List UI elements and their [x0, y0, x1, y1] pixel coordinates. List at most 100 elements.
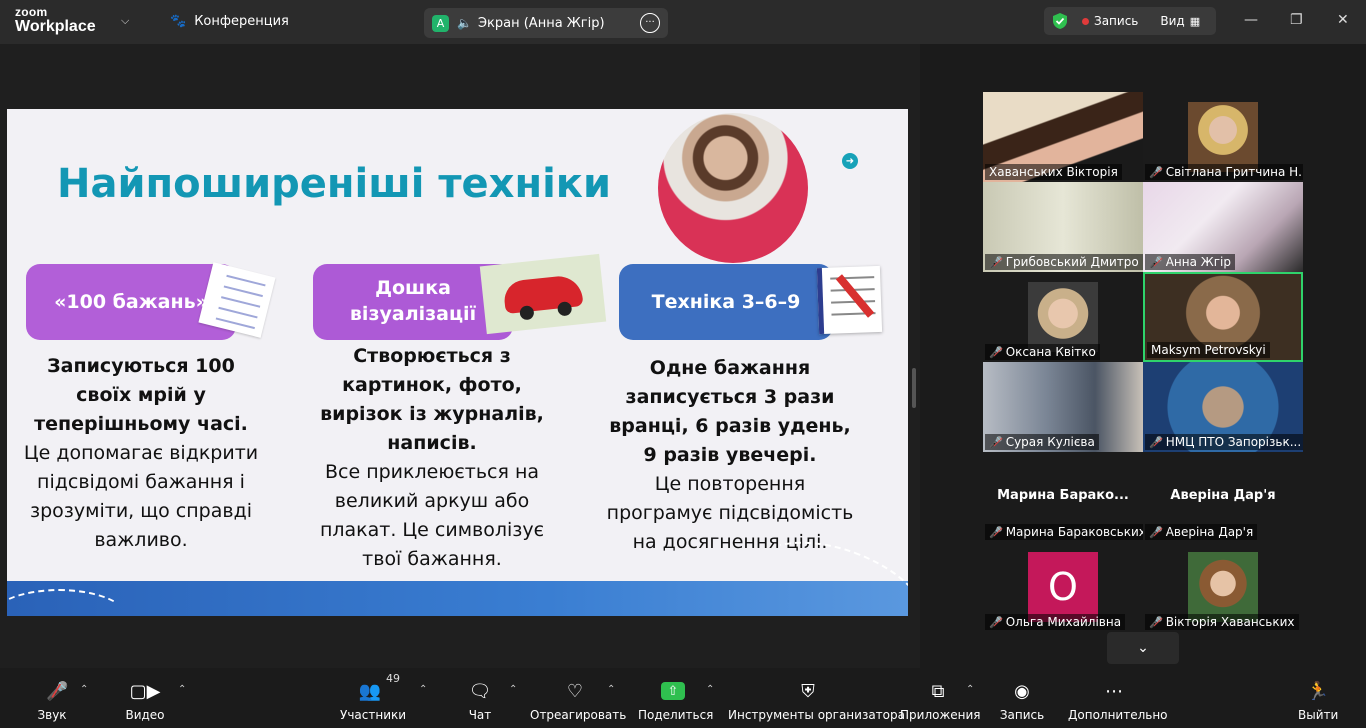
recording-dot-icon — [1082, 17, 1089, 25]
participant-name-label: 🎤̸ НМЦ ПТО Запорізьк... — [1145, 434, 1303, 450]
splitter-handle[interactable] — [912, 368, 916, 408]
participant-name-label: 🎤̸ Ольга Михайлівна — [985, 614, 1126, 630]
chat-button[interactable]: 🗨 Чат — [464, 678, 496, 723]
exit-icon: 🏃 — [1306, 680, 1330, 702]
host-tools-label: Инструменты организатора — [728, 708, 905, 722]
video-tile[interactable]: Хаванських Вікторія — [983, 92, 1143, 182]
audio-label: Звук — [37, 708, 67, 722]
share-screen-icon: ⇧ — [638, 678, 708, 704]
participant-name-label: 🎤̸ Оксана Квітко — [985, 344, 1100, 360]
participant-name: Вікторія Хаванських — [1165, 615, 1295, 629]
apps-icon: ⧉ — [931, 680, 945, 702]
participant-name-label: 🎤̸ Анна Жгір — [1145, 254, 1235, 270]
video-tile[interactable]: 🎤̸ Ольга Михайлівна — [983, 542, 1143, 632]
active-speaker-tile[interactable]: Maksym Petrovskyi — [1143, 272, 1303, 362]
video-tile[interactable]: 🎤̸ Марина Бараковських — [983, 452, 1143, 542]
title-bar: zoom Workplace ⌵ 🐾 Конференция A 🔈 Экран… — [0, 0, 1366, 44]
participant-name: Грибовський Дмитро — [1005, 255, 1139, 269]
mic-muted-icon: 🎤̸ — [1149, 165, 1163, 179]
more-button[interactable]: ⋯ Дополнительно — [1068, 678, 1168, 723]
recording-status[interactable]: Запись — [1094, 14, 1138, 28]
desc-text: Це допомагає відкрити підсвідомі бажання… — [23, 442, 259, 551]
mic-muted-icon: 🎤̸ — [989, 255, 1003, 269]
video-tile[interactable]: 🎤̸ Аверіна Дар'я — [1143, 452, 1303, 542]
paw-icon: 🐾 — [170, 14, 187, 29]
more-label: Дополнительно — [1068, 708, 1168, 722]
caret-up-icon[interactable]: ⌃ — [80, 684, 88, 695]
sharer-avatar: A — [432, 14, 449, 32]
host-tools-button[interactable]: ⛨ Инструменты организатора — [728, 678, 905, 723]
apps-label: Приложения — [900, 708, 981, 722]
screen-share-indicator[interactable]: A 🔈 Экран (Анна Жгір) ··· — [424, 8, 668, 38]
desc-bold: Створюється з картинок, фото, вирізок із… — [320, 345, 544, 454]
desc-bold: Одне бажання записується 3 рази вранці, … — [609, 357, 851, 466]
record-icon: ◉ — [1014, 680, 1030, 702]
chat-label: Чат — [468, 708, 492, 722]
technique-desc-100-wishes: Записуються 100 своїх мрій у теперішньом… — [21, 352, 261, 555]
meeting-status-group: Запись Вид ▦ — [1044, 7, 1216, 35]
participants-label: Участники — [340, 708, 407, 722]
chevron-down-icon[interactable]: ⌵ — [121, 14, 129, 28]
more-options-icon[interactable]: ··· — [640, 13, 660, 33]
conference-info-button[interactable]: 🐾 Конференция — [170, 14, 289, 29]
participant-name-label: 🎤̸ Світлана Гритчина Н... — [1145, 164, 1303, 180]
participant-name: Аверіна Дар'я — [1165, 525, 1254, 539]
participant-photo — [1188, 552, 1258, 622]
participant-name-label: 🎤̸ Аверіна Дар'я — [1145, 524, 1258, 540]
apps-button[interactable]: ⧉ Приложения — [900, 678, 981, 723]
close-icon[interactable]: ✕ — [1337, 12, 1349, 28]
video-tile[interactable]: 🎤̸ НМЦ ПТО Запорізьк... — [1143, 362, 1303, 452]
participant-name-label: 🎤̸ Сурая Кулієва — [985, 434, 1099, 450]
technique-desc-369: Одне бажання записується 3 рази вранці, … — [605, 354, 855, 557]
participant-name-label: 🎤̸ Грибовський Дмитро — [985, 254, 1143, 270]
video-tile[interactable]: 🎤̸ Світлана Гритчина Н... — [1143, 92, 1303, 182]
technique-pill-369: Техніка 3–6–9 — [619, 264, 833, 340]
participant-name-label: 🎤̸ Вікторія Хаванських — [1145, 614, 1299, 630]
participant-name: Анна Жгір — [1165, 255, 1231, 269]
shield-check-icon[interactable] — [1052, 12, 1068, 30]
record-button[interactable]: ◉ Запись — [998, 678, 1046, 723]
chevron-down-icon[interactable]: ⌄ — [1107, 632, 1179, 664]
mic-muted-icon: 🎤 ⁄ — [46, 680, 69, 702]
view-label: Вид — [1160, 14, 1185, 28]
logo-workplace: Workplace — [15, 18, 96, 35]
video-tile[interactable]: 🎤̸ Анна Жгір — [1143, 182, 1303, 272]
mic-muted-icon: 🎤̸ — [989, 345, 1003, 359]
leave-button[interactable]: 🏃 Выйти — [1298, 678, 1338, 723]
share-screen-button[interactable]: ⇧ Поделиться — [638, 678, 713, 722]
mic-muted-icon: 🎤̸ — [989, 615, 1003, 629]
meeting-toolbar: 🎤 ⁄ Звук ⌃ ▢▶ Видео ⌃ 👥 Участники 49 ⌃ 🗨 … — [0, 668, 1366, 728]
caret-up-icon[interactable]: ⌃ — [607, 684, 615, 695]
desc-bold: Записуються 100 своїх мрій у теперішньом… — [34, 355, 248, 435]
video-tile[interactable]: 🎤̸ Грибовський Дмитро — [983, 182, 1143, 272]
grid-view-icon: ▦ — [1189, 14, 1201, 28]
caret-up-icon[interactable]: ⌃ — [178, 684, 186, 695]
video-button[interactable]: ▢▶ Видео — [124, 678, 166, 723]
participant-name-label: 🎤̸ Марина Бараковських — [985, 524, 1143, 540]
restore-icon[interactable]: ❐ — [1290, 12, 1303, 28]
arrow-right-icon[interactable]: ➜ — [842, 153, 858, 169]
participant-name: Ольга Михайлівна — [1005, 615, 1122, 629]
mic-muted-icon: 🎤̸ — [989, 435, 1003, 449]
video-tile[interactable]: 🎤̸ Вікторія Хаванських — [1143, 542, 1303, 632]
participant-name: Марина Бараковських — [1005, 525, 1143, 539]
view-button[interactable]: Вид ▦ — [1160, 14, 1200, 28]
more-icon: ⋯ — [1105, 680, 1123, 702]
audio-button[interactable]: 🎤 ⁄ Звук — [32, 678, 72, 723]
speaker-icon: 🔈 — [457, 16, 472, 30]
mic-muted-icon: 🎤̸ — [1149, 525, 1163, 539]
caret-up-icon[interactable]: ⌃ — [509, 684, 517, 695]
participant-name: Хаванських Вікторія — [985, 164, 1122, 180]
participant-name: Оксана Квітко — [1005, 345, 1096, 359]
minimize-icon[interactable]: — — [1244, 12, 1258, 28]
mic-muted-icon: 🎤̸ — [1149, 615, 1163, 629]
slide-title: Найпоширеніші техніки — [57, 161, 611, 207]
participants-count: 49 — [386, 672, 400, 685]
video-tile[interactable]: 🎤̸ Сурая Кулієва — [983, 362, 1143, 452]
caret-up-icon[interactable]: ⌃ — [966, 684, 974, 695]
react-label: Отреагировать — [530, 708, 627, 722]
car-picture-image — [479, 253, 607, 335]
caret-up-icon[interactable]: ⌃ — [706, 684, 714, 695]
video-tile[interactable]: 🎤̸ Оксана Квітко — [983, 272, 1143, 362]
caret-up-icon[interactable]: ⌃ — [419, 684, 427, 695]
